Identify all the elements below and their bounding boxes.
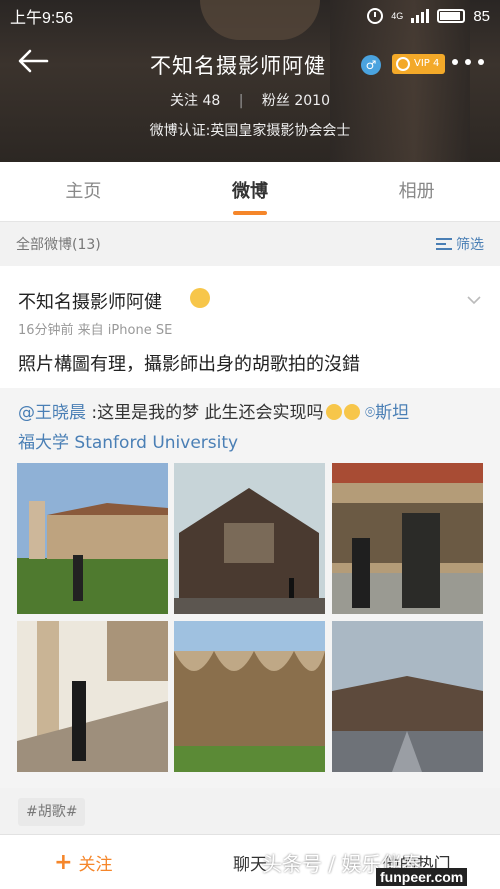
gender-male-icon: ♂ <box>361 55 381 75</box>
site-watermark: funpeer.com <box>376 868 468 886</box>
back-button[interactable] <box>16 46 50 76</box>
back-arrow-icon <box>18 49 49 73</box>
more-button[interactable] <box>448 50 488 74</box>
photo-colonnade <box>17 621 168 772</box>
repost-mention[interactable]: @王晓晨 <box>18 403 86 423</box>
cry-emoji-icon <box>343 404 360 420</box>
tab-weibo[interactable]: 微博 <box>167 162 334 221</box>
location-icon: ⌾ <box>364 403 376 423</box>
tab-home[interactable]: 主页 <box>0 162 167 221</box>
photo-5[interactable] <box>174 621 325 772</box>
verification-text: 微博认证:英国皇家摄影协会会士 <box>149 123 351 139</box>
signal-icon <box>411 9 430 23</box>
battery-level: 85 <box>473 7 490 25</box>
chevron-down-icon[interactable] <box>466 292 482 308</box>
repost-body: :这里是我的梦 此生还会实现吗 <box>86 403 324 423</box>
photo-memorial-church <box>174 463 325 614</box>
follow-button-label: 关注 <box>78 854 113 875</box>
stats-divider: | <box>238 93 244 109</box>
vip-badge[interactable]: VIP 4 <box>392 54 446 74</box>
fans-stat[interactable]: 粉丝 2010 <box>262 93 330 109</box>
status-time: 上午9:56 <box>10 10 74 27</box>
follow-label: 关注 <box>170 93 198 109</box>
follow-button[interactable]: + 关注 <box>0 850 167 875</box>
smile-emoji-icon <box>325 404 342 420</box>
photo-4[interactable] <box>17 621 168 772</box>
photo-arches-statue <box>332 463 483 614</box>
repost-block[interactable]: @王晓晨 :这里是我的梦 此生还会实现吗 ⌾斯坦 福大学 Stanford Uni… <box>0 388 500 788</box>
topic-tag[interactable]: #胡歌# <box>18 798 86 826</box>
photo-main-quad <box>332 621 483 772</box>
photo-2[interactable] <box>174 463 325 614</box>
photo-1[interactable] <box>17 463 168 614</box>
profile-tabs: 主页 微博 相册 <box>0 162 500 222</box>
filter-label: 筛选 <box>456 237 484 253</box>
more-icon <box>452 59 458 65</box>
filter-icon <box>436 238 452 250</box>
profile-header: 上午9:56 4G 85 不知名摄影师阿健 ♂ VIP 4 关注 48 | 粉丝… <box>0 0 500 162</box>
vip-crown-icon <box>396 57 410 71</box>
photo-arcade <box>174 621 325 772</box>
alarm-icon <box>367 8 384 24</box>
photo-3[interactable] <box>332 463 483 614</box>
post-meta: 16分钟前 来自 iPhone SE <box>18 323 173 338</box>
network-type: 4G <box>391 11 404 21</box>
post-author[interactable]: 不知名摄影师阿健 <box>18 288 162 314</box>
profile-stats: 关注 48 | 粉丝 2010 <box>0 90 500 110</box>
filter-button[interactable]: 筛选 <box>436 234 484 254</box>
plus-icon: + <box>54 849 73 875</box>
all-weibo-label[interactable]: 全部微博(13) <box>16 234 101 254</box>
photo-6[interactable] <box>332 621 483 772</box>
battery-icon <box>437 9 466 23</box>
photo-stanford-tower <box>17 463 168 614</box>
tab-album[interactable]: 相册 <box>333 162 500 221</box>
repost-text: @王晓晨 :这里是我的梦 此生还会实现吗 ⌾斯坦 福大学 Stanford Uni… <box>18 398 488 458</box>
post-text: 照片構圖有理，攝影師出身的胡歌拍的沒錯 <box>18 354 360 375</box>
follow-stat[interactable]: 关注 48 <box>170 93 225 109</box>
status-bar: 上午9:56 4G 85 <box>0 0 500 32</box>
fans-label: 粉丝 <box>261 93 290 109</box>
profile-name: 不知名摄影师阿健 <box>150 54 326 78</box>
vip-label: VIP 4 <box>414 58 440 69</box>
follow-count: 48 <box>202 93 221 109</box>
author-emoji-icon <box>190 288 210 308</box>
fans-count: 2010 <box>294 93 330 109</box>
weibo-post[interactable]: 不知名摄影师阿健 16分钟前 来自 iPhone SE 照片構圖有理，攝影師出身… <box>0 266 500 388</box>
filter-bar: 全部微博(13) 筛选 <box>0 224 500 264</box>
